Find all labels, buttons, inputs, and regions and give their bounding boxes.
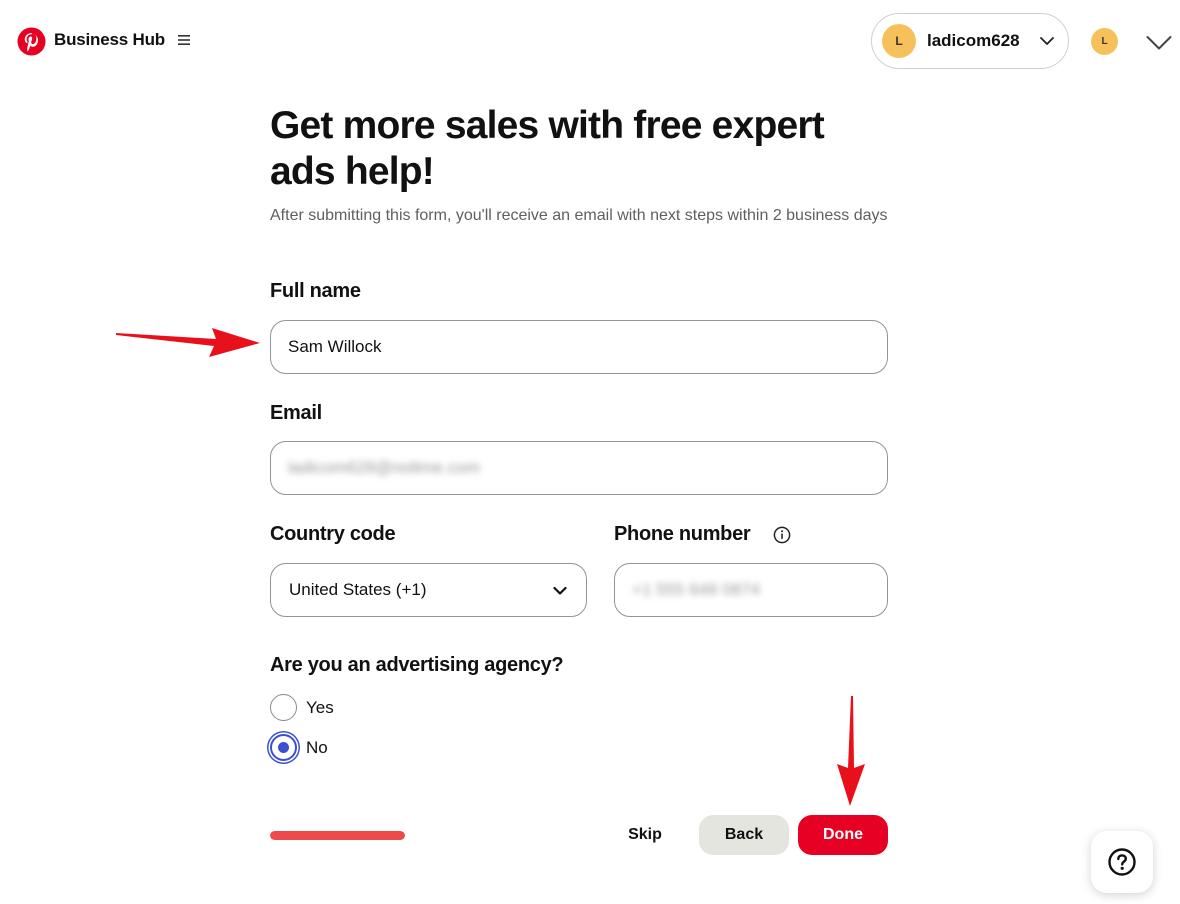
progress-fill [270, 831, 405, 840]
page-subtitle: After submitting this form, you'll recei… [270, 207, 888, 224]
app-title: Business Hub [54, 30, 165, 49]
help-button[interactable] [1091, 831, 1153, 893]
radio-yes-label[interactable]: Yes [306, 698, 334, 718]
full-name-label: Full name [270, 280, 361, 302]
agency-question: Are you an advertising agency? [270, 654, 564, 676]
phone-number-label: Phone number [614, 523, 751, 545]
phone-number-input[interactable]: +1 555 648 0874 [614, 563, 888, 617]
account-switcher-button[interactable]: L ladicom628 [871, 13, 1069, 69]
info-icon[interactable] [773, 526, 791, 544]
profile-avatar[interactable]: L [1091, 28, 1118, 55]
country-code-label: Country code [270, 523, 396, 545]
radio-yes[interactable] [270, 694, 297, 721]
account-menu-chevron-icon[interactable] [1146, 35, 1172, 51]
page-title: Get more sales with free expert ads help… [270, 104, 825, 193]
radio-no[interactable] [270, 734, 297, 761]
skip-button[interactable]: Skip [612, 815, 678, 855]
progress-bar [270, 831, 405, 840]
full-name-input[interactable] [270, 320, 888, 374]
email-input[interactable]: ladicom628@noltme.com [270, 441, 888, 495]
account-name: ladicom628 [927, 31, 1020, 50]
done-button[interactable]: Done [798, 815, 888, 855]
account-avatar: L [882, 24, 916, 58]
email-value: ladicom628@noltme.com [288, 458, 481, 477]
pinterest-logo-icon[interactable] [17, 27, 46, 56]
annotation-arrow-right [116, 328, 260, 357]
country-code-value: United States (+1) [289, 580, 427, 599]
hamburger-menu-icon[interactable] [178, 34, 190, 46]
back-button[interactable]: Back [699, 815, 789, 855]
annotation-arrow-down [837, 696, 865, 806]
chevron-down-icon [553, 586, 567, 595]
country-code-select[interactable]: United States (+1) [270, 563, 587, 617]
phone-number-value: +1 555 648 0874 [632, 580, 761, 599]
email-label: Email [270, 402, 322, 424]
chevron-down-icon [1040, 37, 1054, 45]
question-mark-icon [1108, 848, 1136, 876]
radio-no-label[interactable]: No [306, 738, 328, 758]
